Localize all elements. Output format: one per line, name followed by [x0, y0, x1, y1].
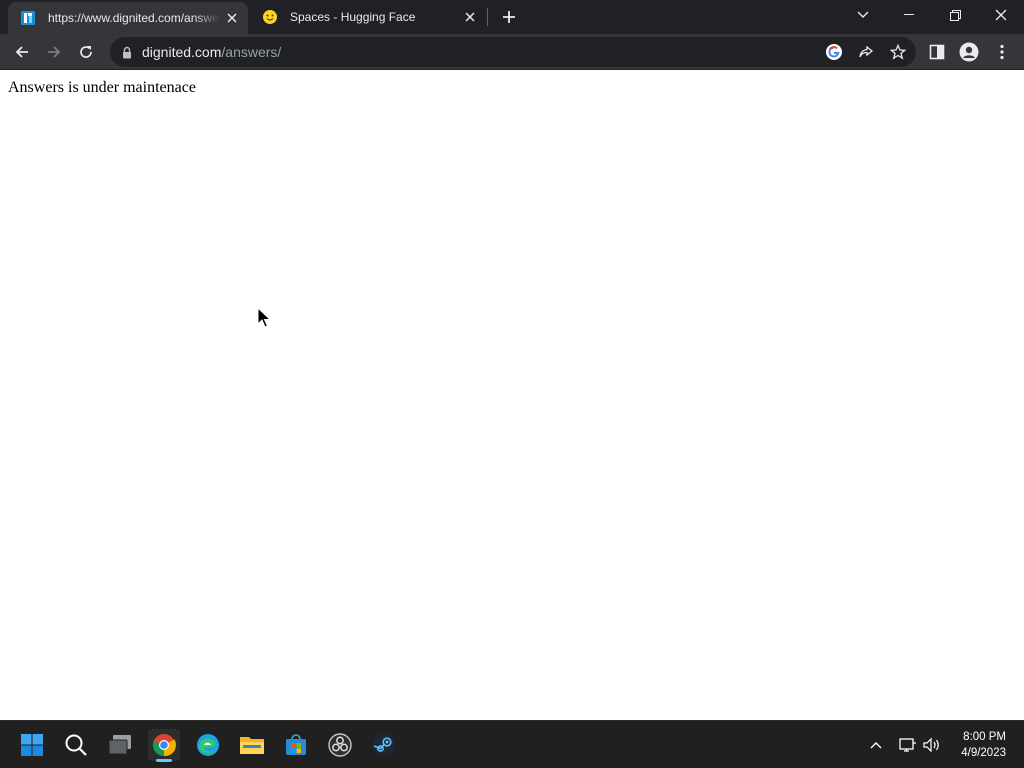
taskbar-clock[interactable]: 8:00 PM 4/9/2023: [961, 729, 1006, 761]
minimize-icon: [904, 14, 914, 15]
kebab-menu-icon: [1000, 44, 1004, 60]
file-explorer-icon[interactable]: [236, 729, 268, 761]
dignited-icon: [20, 10, 36, 26]
google-lens-icon[interactable]: [824, 42, 844, 62]
maintenance-message: Answers is under maintenace: [8, 79, 196, 96]
restore-icon: [949, 9, 961, 21]
clock-time: 8:00 PM: [963, 731, 1006, 743]
close-window-button[interactable]: [978, 0, 1024, 30]
windows-taskbar: 8:00 PM 4/9/2023: [0, 720, 1024, 768]
tab-divider: [487, 8, 488, 26]
network-icon[interactable]: [898, 735, 918, 755]
back-arrow-icon: [15, 46, 28, 58]
new-tab-button[interactable]: [499, 7, 519, 27]
forward-button[interactable]: [40, 38, 68, 66]
address-bar[interactable]: dignited.com/answers/: [110, 37, 916, 67]
browser-tab-strip: https://www.dignited.com/answers/ Spaces…: [0, 0, 1024, 34]
show-hidden-icons-chevron-up-icon[interactable]: [866, 735, 886, 755]
plus-icon: [503, 11, 515, 23]
url-host: dignited.com: [142, 44, 222, 60]
close-icon: [995, 9, 1007, 21]
web-page-content: Answers is under maintenace: [0, 71, 1024, 720]
browser-toolbar: dignited.com/answers/: [0, 34, 1024, 70]
restore-button[interactable]: [932, 0, 978, 30]
reload-icon: [80, 46, 92, 58]
profile-button[interactable]: [955, 38, 983, 66]
windows-start-icon[interactable]: [16, 729, 48, 761]
hugging-face-icon: [262, 9, 278, 25]
steam-icon[interactable]: [368, 729, 400, 761]
edge-icon[interactable]: [192, 729, 224, 761]
url-path: /answers/: [221, 44, 282, 60]
active-app-indicator: [156, 759, 172, 762]
clock-date: 4/9/2023: [961, 747, 1006, 759]
close-tab-icon[interactable]: [224, 10, 240, 26]
side-panel-button[interactable]: [923, 38, 951, 66]
menu-button[interactable]: [988, 38, 1016, 66]
close-tab-icon[interactable]: [462, 9, 478, 25]
tab-search-button[interactable]: [840, 0, 886, 30]
side-panel-icon: [929, 44, 945, 60]
microsoft-store-icon[interactable]: [280, 729, 312, 761]
minimize-button[interactable]: [886, 0, 932, 30]
tab-hugging-face[interactable]: Spaces - Hugging Face: [250, 0, 486, 34]
search-icon[interactable]: [60, 729, 92, 761]
tab-title: https://www.dignited.com/answers/: [48, 11, 220, 25]
chevron-down-icon: [857, 11, 869, 18]
forward-arrow-icon: [48, 46, 61, 58]
lock-icon[interactable]: [120, 44, 134, 60]
volume-icon[interactable]: [922, 735, 942, 755]
profile-icon: [959, 42, 979, 62]
back-button[interactable]: [8, 38, 36, 66]
share-icon[interactable]: [856, 42, 876, 62]
tab-title: Spaces - Hugging Face: [290, 10, 416, 24]
reload-button[interactable]: [72, 38, 100, 66]
url-text[interactable]: dignited.com/answers/: [142, 44, 281, 60]
chrome-icon[interactable]: [148, 729, 180, 762]
tab-dignited[interactable]: https://www.dignited.com/answers/: [8, 2, 248, 34]
task-view-icon[interactable]: [104, 729, 136, 761]
obs-icon[interactable]: [324, 729, 356, 761]
bookmark-star-icon[interactable]: [888, 42, 908, 62]
mouse-cursor-icon: [257, 307, 271, 328]
